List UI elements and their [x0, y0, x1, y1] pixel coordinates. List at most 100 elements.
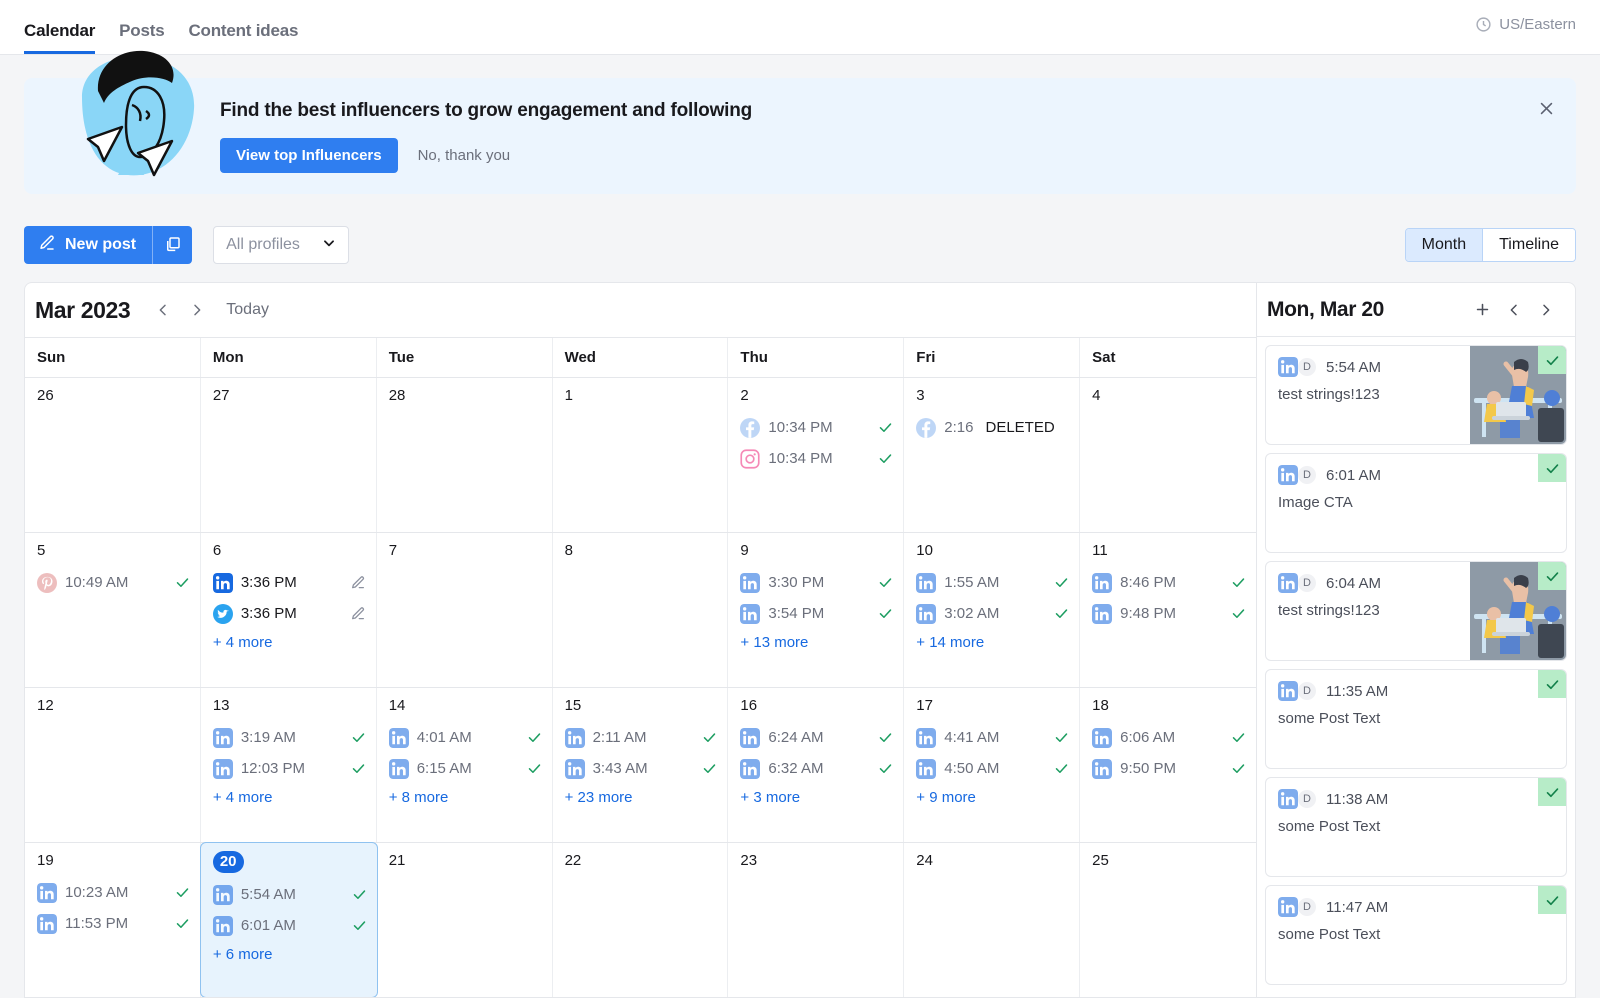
dow-sat: Sat	[1080, 338, 1256, 377]
view-top-influencers-button[interactable]: View top Influencers	[220, 138, 398, 173]
show-more-events-link[interactable]: + 14 more	[916, 634, 984, 651]
calendar-next-button[interactable]	[182, 295, 212, 325]
post-time: 11:38 AM	[1326, 791, 1388, 808]
calendar-day-6[interactable]: 63:36 PM3:36 PM+ 4 more	[201, 533, 377, 687]
post-card[interactable]: D6:01 AMImage CTA	[1265, 453, 1567, 553]
calendar-event[interactable]: 6:24 AM	[740, 722, 893, 753]
calendar-event[interactable]: 3:19 AM	[213, 722, 366, 753]
show-more-events-link[interactable]: + 23 more	[565, 789, 633, 806]
calendar-day-21[interactable]: 21	[377, 843, 553, 997]
calendar-event[interactable]: 9:48 PM	[1092, 598, 1246, 629]
calendar-event[interactable]: 5:54 AM	[213, 879, 367, 910]
new-post-button[interactable]: New post	[24, 226, 152, 264]
calendar-day-17[interactable]: 174:41 AM4:50 AM+ 9 more	[904, 688, 1080, 842]
calendar-event[interactable]: 6:06 AM	[1092, 722, 1246, 753]
calendar-day-4[interactable]: 4	[1080, 378, 1256, 532]
calendar-day-1[interactable]: 1	[553, 378, 729, 532]
add-post-button[interactable]	[1467, 295, 1497, 325]
show-more-events-link[interactable]: + 8 more	[389, 789, 449, 806]
calendar-week: 1910:23 AM11:53 PM205:54 AM6:01 AM+ 6 mo…	[25, 842, 1256, 997]
calendar-event[interactable]: 3:43 AM	[565, 753, 718, 784]
calendar-event[interactable]: 3:30 PM	[740, 567, 893, 598]
calendar-day-19[interactable]: 1910:23 AM11:53 PM	[25, 843, 201, 997]
calendar-event[interactable]: 4:50 AM	[916, 753, 1069, 784]
calendar-event[interactable]: 12:03 PM	[213, 753, 366, 784]
show-more-events-link[interactable]: + 4 more	[213, 789, 273, 806]
calendar-event[interactable]: 2:16DELETED	[916, 412, 1069, 443]
calendar-day-8[interactable]: 8	[553, 533, 729, 687]
calendar-day-27[interactable]: 27	[201, 378, 377, 532]
calendar-day-16[interactable]: 166:24 AM6:32 AM+ 3 more	[728, 688, 904, 842]
calendar-week: 12133:19 AM12:03 PM+ 4 more144:01 AM6:15…	[25, 687, 1256, 842]
close-icon[interactable]	[1534, 96, 1558, 120]
calendar-event[interactable]: 1:55 AM	[916, 567, 1069, 598]
today-button[interactable]: Today	[226, 301, 269, 319]
calendar-day-26[interactable]: 26	[25, 378, 201, 532]
calendar-event[interactable]: 6:15 AM	[389, 753, 542, 784]
calendar-day-10[interactable]: 10 1:55 AM 3:02 AM + 14 more	[904, 533, 1080, 687]
show-more-events-link[interactable]: + 4 more	[213, 634, 273, 651]
calendar-day-20[interactable]: 205:54 AM6:01 AM+ 6 more	[200, 842, 378, 998]
calendar-day-22[interactable]: 22	[553, 843, 729, 997]
calendar-event[interactable]: 3:36 PM	[213, 598, 366, 629]
day-prev-button[interactable]	[1499, 295, 1529, 325]
calendar-event[interactable]: 10:23 AM	[37, 877, 190, 908]
calendar-day-24[interactable]: 24	[904, 843, 1080, 997]
calendar-day-12[interactable]: 12	[25, 688, 201, 842]
calendar-event[interactable]: 4:41 AM	[916, 722, 1069, 753]
profiles-select[interactable]: All profiles	[213, 226, 349, 264]
calendar-event[interactable]: 10:34 PM	[740, 443, 893, 474]
calendar-day-18[interactable]: 186:06 AM9:50 PM	[1080, 688, 1256, 842]
chevron-down-icon	[322, 236, 336, 255]
event-time: 3:02 AM	[944, 605, 999, 622]
linkedin-icon	[1092, 759, 1112, 779]
calendar-event[interactable]: 3:36 PM	[213, 567, 366, 598]
post-card[interactable]: D5:54 AMtest strings!123	[1265, 345, 1567, 445]
calendar-day-5[interactable]: 510:49 AM	[25, 533, 201, 687]
calendar-day-11[interactable]: 118:46 PM9:48 PM	[1080, 533, 1256, 687]
published-check-icon	[1231, 575, 1246, 590]
view-mode-timeline[interactable]: Timeline	[1483, 229, 1575, 261]
show-more-events-link[interactable]: + 9 more	[916, 789, 976, 806]
post-card-body: D6:04 AMtest strings!123	[1266, 562, 1470, 660]
calendar-day-14[interactable]: 144:01 AM6:15 AM+ 8 more	[377, 688, 553, 842]
calendar-day-23[interactable]: 23	[728, 843, 904, 997]
calendar-event[interactable]: 3:54 PM	[740, 598, 893, 629]
post-card-header: D11:38 AM	[1278, 789, 1554, 809]
calendar-day-15[interactable]: 152:11 AM3:43 AM+ 23 more	[553, 688, 729, 842]
calendar-event[interactable]: 4:01 AM	[389, 722, 542, 753]
calendar-event[interactable]: 11:53 PM	[37, 908, 190, 939]
post-card[interactable]: D11:38 AMsome Post Text	[1265, 777, 1567, 877]
calendar-event[interactable]: 6:01 AM	[213, 910, 367, 941]
edit-pencil-icon[interactable]	[350, 606, 366, 622]
edit-pencil-icon[interactable]	[350, 575, 366, 591]
calendar-day-9[interactable]: 93:30 PM3:54 PM+ 13 more	[728, 533, 904, 687]
day-number: 10	[916, 541, 1069, 561]
calendar-day-25[interactable]: 25	[1080, 843, 1256, 997]
duplicate-post-button[interactable]	[152, 226, 192, 264]
calendar-event[interactable]: 10:34 PM	[740, 412, 893, 443]
calendar-day-3[interactable]: 32:16DELETED	[904, 378, 1080, 532]
calendar-event[interactable]: 6:32 AM	[740, 753, 893, 784]
calendar-day-28[interactable]: 28	[377, 378, 553, 532]
show-more-events-link[interactable]: + 3 more	[740, 789, 800, 806]
calendar-event[interactable]: 3:02 AM	[916, 598, 1069, 629]
calendar-day-7[interactable]: 7	[377, 533, 553, 687]
day-next-button[interactable]	[1531, 295, 1561, 325]
calendar-event[interactable]: 8:46 PM	[1092, 567, 1246, 598]
view-mode-month[interactable]: Month	[1406, 229, 1483, 261]
post-card[interactable]: D11:35 AMsome Post Text	[1265, 669, 1567, 769]
calendar-event[interactable]: 10:49 AM	[37, 567, 190, 598]
promo-dismiss-link[interactable]: No, thank you	[410, 147, 519, 164]
post-card[interactable]: D6:04 AMtest strings!123	[1265, 561, 1567, 661]
facebook-icon	[740, 418, 760, 438]
calendar-event[interactable]: 9:50 PM	[1092, 753, 1246, 784]
show-more-events-link[interactable]: + 6 more	[213, 946, 273, 963]
post-card[interactable]: D11:47 AMsome Post Text	[1265, 885, 1567, 985]
linkedin-icon	[1278, 789, 1298, 809]
show-more-events-link[interactable]: + 13 more	[740, 634, 808, 651]
calendar-event[interactable]: 2:11 AM	[565, 722, 718, 753]
calendar-day-2[interactable]: 210:34 PM10:34 PM	[728, 378, 904, 532]
calendar-prev-button[interactable]	[148, 295, 178, 325]
calendar-day-13[interactable]: 133:19 AM12:03 PM+ 4 more	[201, 688, 377, 842]
